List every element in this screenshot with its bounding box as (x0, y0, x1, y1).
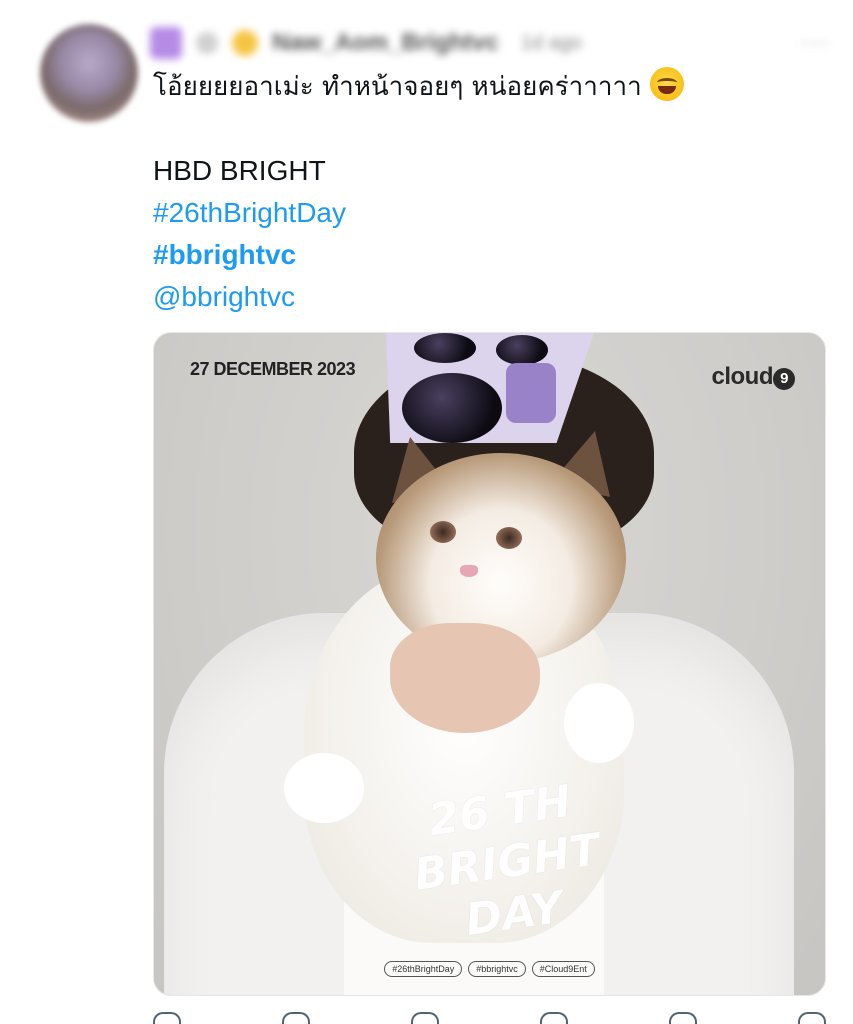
cat-eye-right (496, 527, 522, 549)
tweet-header: Naw_Aom_Brightvc 1d ago ··· (150, 20, 830, 66)
hashtag-link[interactable]: #26thBrightDay (153, 192, 833, 234)
avatar[interactable] (40, 24, 138, 122)
tweet-text-line: โอ้ยยยยอาเม่ะ ทำหน้าจอยๆ หน่อยคร่าาาาา (153, 66, 833, 108)
badge-icon (196, 32, 218, 54)
poster-headline: 26 TH BRIGHT DAY (402, 773, 612, 954)
hand-shape (390, 623, 540, 733)
poster-date: 27 DECEMBER 2023 (190, 359, 356, 379)
more-options-button[interactable]: ··· (800, 29, 830, 57)
views-icon[interactable] (540, 1012, 568, 1024)
share-icon[interactable] (798, 1012, 826, 1024)
tweet-actions (153, 1012, 826, 1024)
cat-nose (460, 565, 478, 577)
hat-pattern (414, 333, 476, 363)
hat-pattern (506, 363, 556, 423)
cat-eye-left (430, 521, 456, 543)
face-with-tears-of-joy-icon (649, 67, 684, 101)
tweet-media-image[interactable]: 27 DECEMBER 2023 cloud 9 26 TH BRIGHT DAY… (153, 332, 826, 996)
sun-emoji-icon (232, 30, 258, 56)
tweet-time[interactable]: 1d ago (521, 32, 582, 55)
author-name[interactable]: Naw_Aom_Brightvc (272, 29, 499, 57)
logo-text: cloud (711, 363, 774, 390)
poster-tag: #26thBrightDay (384, 961, 463, 977)
poster-tag: #bbrightvc (468, 961, 526, 977)
retweet-icon[interactable] (282, 1012, 310, 1024)
poster-tags: #26thBrightDay #bbrightvc #Cloud9Ent (154, 961, 825, 977)
tweet-text-thai: โอ้ยยยยอาเม่ะ ทำหน้าจอยๆ หน่อยคร่าาาาา (153, 72, 642, 102)
cat-paw (284, 753, 364, 823)
verified-badge-icon (150, 27, 182, 59)
hashtag-link-bold[interactable]: #bbrightvc (153, 234, 833, 276)
tweet-text-hbd: HBD BRIGHT (153, 155, 326, 186)
cloud9-logo: cloud 9 (711, 363, 795, 391)
reply-icon[interactable] (153, 1012, 181, 1024)
logo-badge: 9 (773, 367, 795, 390)
bookmark-icon[interactable] (669, 1012, 697, 1024)
cat-paw (564, 683, 634, 763)
hat-pattern (496, 335, 548, 365)
like-icon[interactable] (411, 1012, 439, 1024)
tweet-body: โอ้ยยยยอาเม่ะ ทำหน้าจอยๆ หน่อยคร่าาาาา H… (153, 66, 833, 318)
mention-link[interactable]: @bbrightvc (153, 276, 833, 318)
hat-pattern (402, 373, 502, 443)
poster-tag: #Cloud9Ent (531, 961, 595, 977)
